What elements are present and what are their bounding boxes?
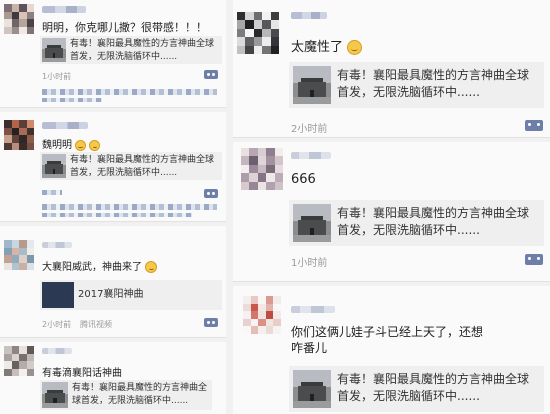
moment-post: 你们这俩儿娃子斗已经上天了，还想 咋番儿 有毒！襄阳最具魔性的方言神曲全球首发，… <box>233 286 550 414</box>
shared-link-title: 有毒！襄阳最具魔性的方言神曲全球首发，无限洗脑循环中...... <box>337 68 530 100</box>
city-gate-thumbnail <box>293 370 331 408</box>
more-ops-icon[interactable] <box>525 120 543 131</box>
likes-row <box>42 89 217 95</box>
likes-row <box>42 204 217 210</box>
smile-emoji-icon <box>75 139 87 151</box>
comment-row: 魏明明 <box>42 136 101 151</box>
moment-post: 666 有毒！襄阳最具魔性的方言神曲全球首发，无限洗脑循环中...... 1小时… <box>233 142 550 282</box>
comment-line: 咋番儿 <box>291 341 328 356</box>
comment-text: 你们这俩儿娃子斗已经上天了，还想 咋番儿 <box>291 324 483 356</box>
city-gate-thumbnail <box>293 66 331 104</box>
comment-text: 太魔性了 <box>291 40 344 55</box>
shared-link-card[interactable]: 有毒！襄阳最具魔性的方言神曲全球首发，无限洗脑循环中...... <box>40 380 212 410</box>
moment-post: 大襄阳威武，神曲来了 2017襄阳神曲 2小时前 腾讯视频 <box>0 226 226 338</box>
comment-text: 大襄阳威武，神曲来了 <box>42 262 142 273</box>
comment-row: 太魔性了 <box>291 36 363 55</box>
shared-link-title: 有毒！襄阳最具魔性的方言神曲全球首发，无限洗脑循环中...... <box>72 383 208 407</box>
city-gate-thumbnail <box>42 382 68 408</box>
shared-link-card[interactable]: 有毒！襄阳最具魔性的方言神曲全球首发，无限洗脑循环中...... <box>289 62 544 108</box>
comment-text: 有毒滴襄阳话神曲 <box>42 368 122 379</box>
user-name[interactable] <box>42 242 72 248</box>
timestamp: 2小时前 <box>291 124 328 135</box>
avatar[interactable] <box>241 148 283 190</box>
smile-emoji-icon <box>89 139 101 151</box>
moment-post: 太魔性了 有毒！襄阳最具魔性的方言神曲全球首发，无限洗脑循环中...... 2小… <box>233 0 550 138</box>
likes-row <box>42 213 192 217</box>
avatar[interactable] <box>243 296 281 334</box>
user-name[interactable] <box>291 306 335 313</box>
shared-video-card[interactable]: 2017襄阳神曲 <box>40 280 222 310</box>
likes-row <box>42 98 102 102</box>
comment-text: 魏明明 <box>42 140 72 151</box>
user-name[interactable] <box>42 6 86 13</box>
comment-line: 你们这俩儿娃子斗已经上天了，还想 <box>291 325 484 339</box>
shared-link-title: 有毒！襄阳最具魔性的方言神曲全球首发，无限洗脑循环中...... <box>70 155 215 179</box>
user-name[interactable] <box>42 122 88 129</box>
shared-link-title: 有毒！襄阳最具魔性的方言神曲全球首发，无限洗脑循环中...... <box>70 39 215 63</box>
more-ops-icon[interactable] <box>204 70 218 79</box>
more-ops-icon[interactable] <box>204 189 218 198</box>
city-gate-thumbnail <box>42 38 66 62</box>
smile-emoji-icon <box>145 261 158 273</box>
avatar[interactable] <box>4 240 34 270</box>
timestamp: 1小时前 <box>291 258 328 269</box>
shared-link-title: 有毒！襄阳最具魔性的方言神曲全球首发，无限洗脑循环中...... <box>337 206 530 238</box>
comment-row: 大襄阳威武，神曲来了 <box>42 258 158 273</box>
more-ops-icon[interactable] <box>204 318 218 327</box>
timestamp: 2小时前 <box>42 320 72 329</box>
moment-post: 魏明明 有毒！襄阳最具魔性的方言神曲全球首发，无限洗脑循环中...... <box>0 112 226 222</box>
city-gate-thumbnail <box>293 204 331 242</box>
shared-link-card[interactable]: 有毒！襄阳最具魔性的方言神曲全球首发，无限洗脑循环中...... <box>289 366 544 412</box>
avatar[interactable] <box>4 346 34 376</box>
moment-post: 明明，你克哪儿撒？很带感！！！ 有毒！襄阳最具魔性的方言神曲全球首发，无限洗脑循… <box>0 0 226 108</box>
city-gate-thumbnail <box>42 154 66 178</box>
shared-link-card[interactable]: 有毒！襄阳最具魔性的方言神曲全球首发，无限洗脑循环中...... <box>40 36 222 64</box>
shared-link-title: 有毒！襄阳最具魔性的方言神曲全球首发，无限洗脑循环中...... <box>337 372 530 404</box>
comment-text: 666 <box>291 172 316 187</box>
video-thumbnail <box>42 282 74 308</box>
source-label[interactable]: 腾讯视频 <box>80 319 112 330</box>
video-title: 2017襄阳神曲 <box>78 289 144 300</box>
more-ops-icon[interactable] <box>525 254 543 265</box>
avatar[interactable] <box>4 120 34 150</box>
user-name[interactable] <box>42 348 72 354</box>
moment-post: 有毒滴襄阳话神曲 有毒！襄阳最具魔性的方言神曲全球首发，无限洗脑循环中.....… <box>0 342 226 414</box>
shared-link-card[interactable]: 有毒！襄阳最具魔性的方言神曲全球首发，无限洗脑循环中...... <box>289 200 544 246</box>
smile-emoji-icon <box>347 40 363 55</box>
timestamp: 1小时前 <box>42 72 72 81</box>
user-name[interactable] <box>291 152 331 159</box>
avatar[interactable] <box>237 12 279 54</box>
shared-link-card[interactable]: 有毒！襄阳最具魔性的方言神曲全球首发，无限洗脑循环中...... <box>40 152 222 180</box>
avatar[interactable] <box>4 4 34 34</box>
comment-text: 明明，你克哪儿撒？很带感！！！ <box>42 21 207 34</box>
user-name[interactable] <box>291 12 327 19</box>
time-row <box>42 190 62 195</box>
